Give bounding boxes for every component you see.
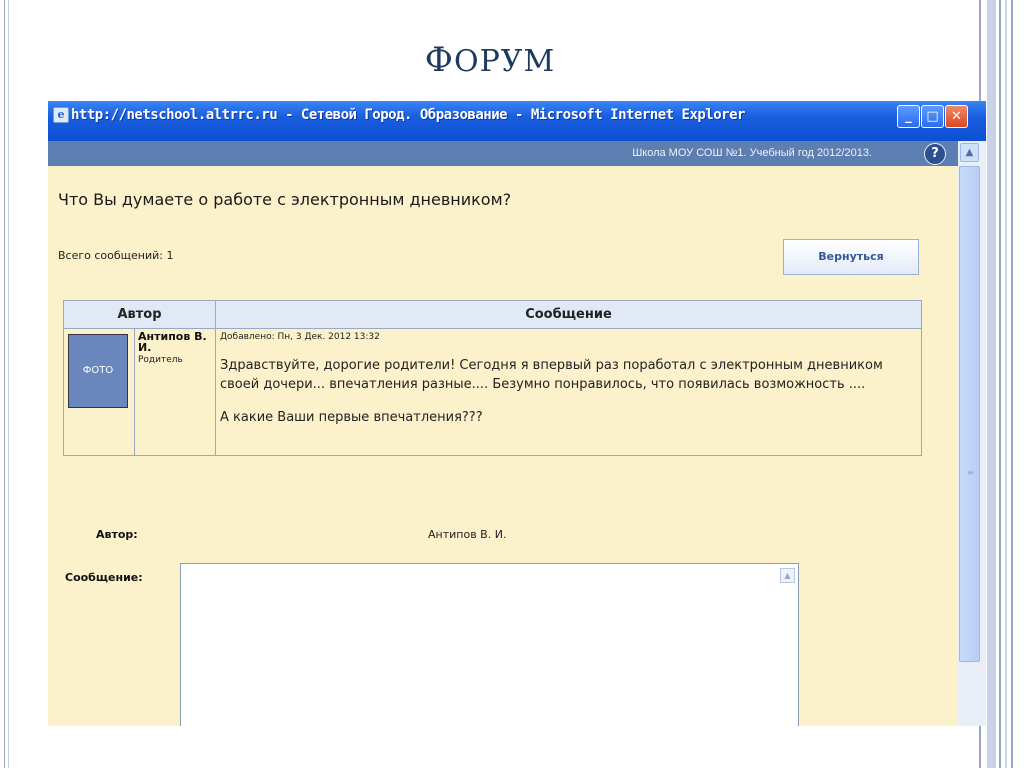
- message-textarea[interactable]: ▲: [180, 563, 799, 726]
- photo-cell: ФОТО: [63, 328, 135, 456]
- message-count: Всего сообщений: 1: [58, 249, 174, 262]
- header-author: Автор: [63, 300, 216, 329]
- form-author-label: Автор:: [96, 528, 138, 541]
- minimize-button[interactable]: _: [897, 105, 920, 128]
- message-cell: Добавлено: Пн, 3 Дек. 2012 13:32 Здравст…: [215, 328, 922, 456]
- textarea-scroll-up-icon[interactable]: ▲: [780, 568, 795, 583]
- school-info: Школа МОУ СОШ №1. Учебный год 2012/2013.: [632, 147, 872, 159]
- form-author-value: Антипов В. И.: [428, 528, 507, 541]
- author-name: Антипов В. И.: [138, 330, 207, 354]
- ie-icon: e: [53, 107, 69, 123]
- help-icon[interactable]: ?: [924, 143, 946, 165]
- slide-border-left: [4, 0, 5, 768]
- grip-icon: ≡: [967, 468, 974, 477]
- maximize-button[interactable]: □: [921, 105, 944, 128]
- author-role: Родитель: [138, 355, 183, 365]
- topic-title: Что Вы думаете о работе с электронным дн…: [58, 190, 512, 209]
- page-scrollbar[interactable]: ▲ ≡: [958, 141, 986, 726]
- slide-border-left-inner: [8, 0, 9, 768]
- scrollbar-thumb[interactable]: ≡: [959, 166, 980, 662]
- message-body: Здравствуйте, дорогие родители! Сегодня …: [220, 356, 917, 427]
- message-date: Добавлено: Пн, 3 Дек. 2012 13:32: [220, 332, 380, 342]
- slide-title: ФОРУМ: [424, 40, 556, 80]
- message-paragraph: Здравствуйте, дорогие родители! Сегодня …: [220, 358, 883, 392]
- close-button[interactable]: ✕: [945, 105, 968, 128]
- school-infobar: Школа МОУ СОШ №1. Учебный год 2012/2013.…: [48, 141, 986, 166]
- header-message: Сообщение: [215, 300, 922, 329]
- window-title: http://netschool.altrrc.ru - Сетевой Гор…: [71, 107, 745, 123]
- forum-content: Что Вы думаете о работе с электронным дн…: [48, 166, 958, 726]
- message-paragraph: А какие Ваши первые впечатления???: [220, 410, 483, 425]
- back-button[interactable]: Вернуться: [783, 239, 919, 275]
- scroll-up-icon[interactable]: ▲: [960, 143, 979, 162]
- table-row: ФОТО Антипов В. И. Родитель Добавлено: П…: [63, 328, 922, 456]
- messages-table: Автор Сообщение ФОТО Антипов В. И. Родит…: [63, 300, 922, 456]
- author-cell: Антипов В. И. Родитель: [134, 328, 216, 456]
- avatar: ФОТО: [68, 334, 128, 408]
- window-titlebar[interactable]: e http://netschool.altrrc.ru - Сетевой Г…: [48, 101, 986, 141]
- browser-window: e http://netschool.altrrc.ru - Сетевой Г…: [48, 101, 986, 726]
- form-message-label: Сообщение:: [65, 571, 143, 584]
